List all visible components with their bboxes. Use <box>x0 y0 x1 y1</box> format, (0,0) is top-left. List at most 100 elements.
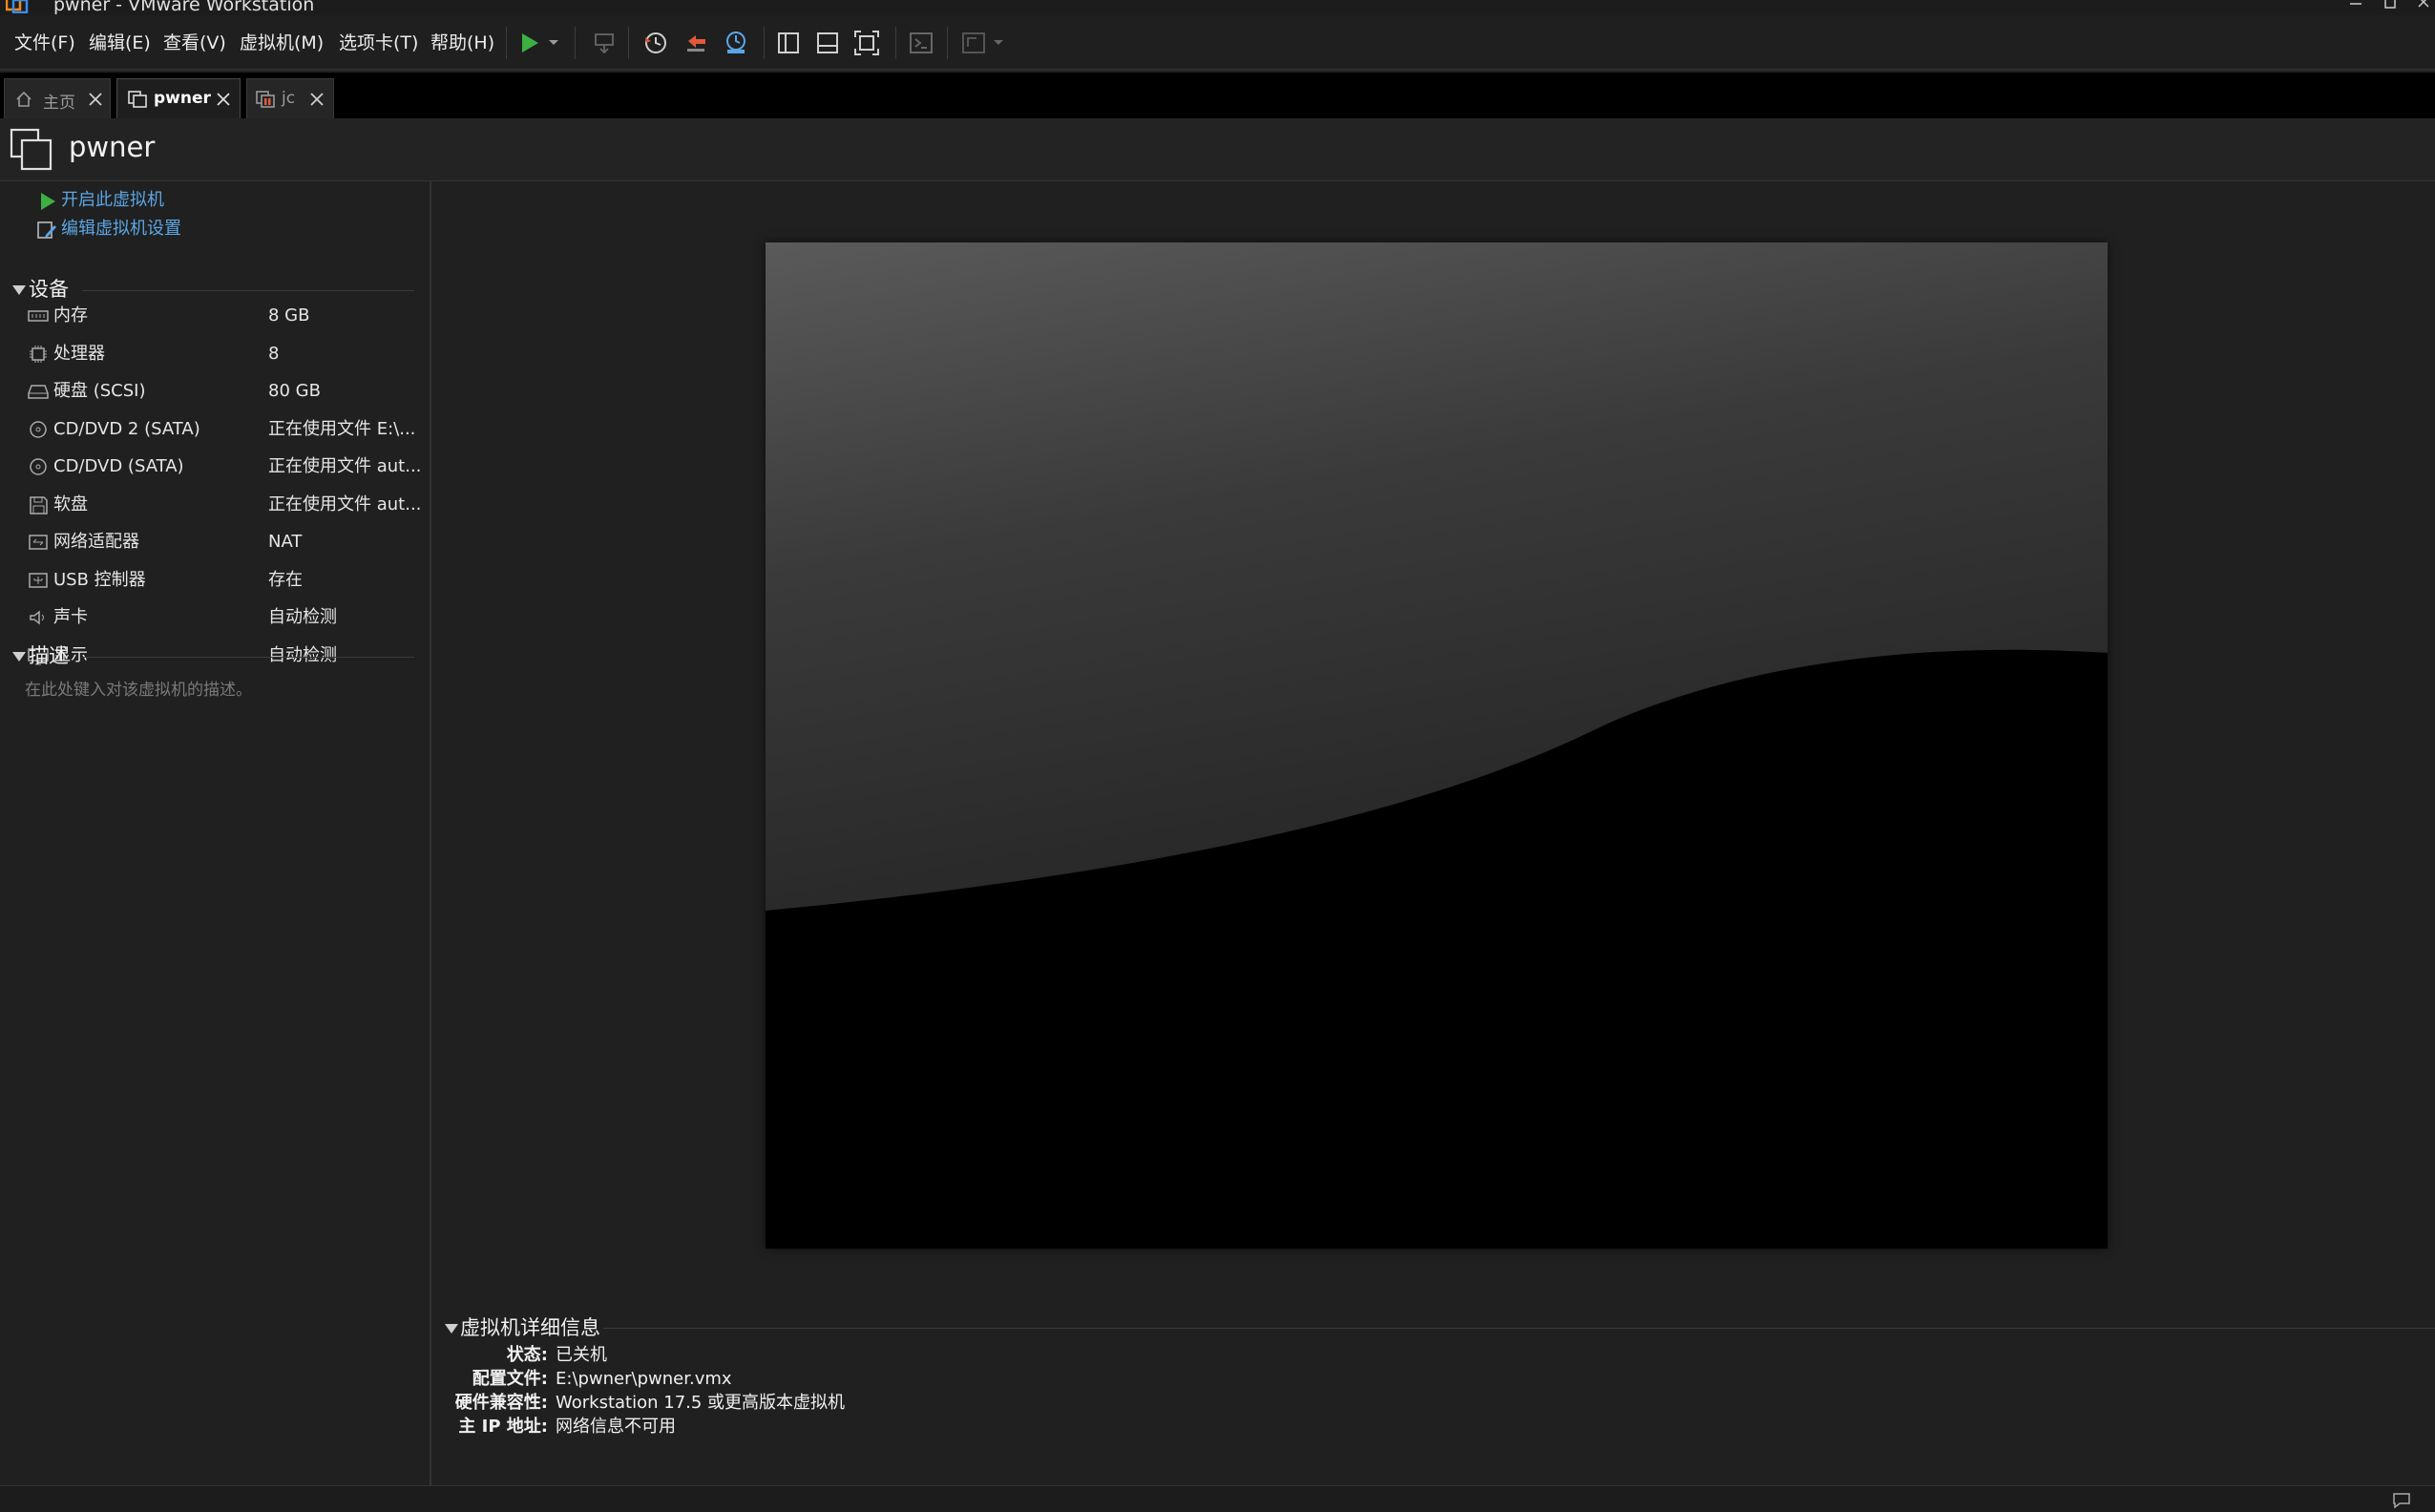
menu-edit[interactable]: 编辑(E) <box>86 29 154 57</box>
stretch-menu-dropdown[interactable] <box>989 27 1008 59</box>
tab-jc[interactable]: jc <box>246 78 334 118</box>
floppy-icon <box>30 495 48 514</box>
power-menu-dropdown[interactable] <box>542 27 565 59</box>
message-log-icon[interactable] <box>2392 1492 2411 1509</box>
device-row[interactable]: USB 控制器 存在 <box>25 566 426 595</box>
edit-settings-link[interactable]: 编辑虚拟机设置 <box>61 218 181 241</box>
full-screen-button[interactable] <box>850 27 883 59</box>
tab-strip: 主页 pwner jc <box>0 73 2435 118</box>
device-row[interactable]: 网络适配器 NAT <box>25 528 426 556</box>
menu-toolbar: 文件(F) 编辑(E) 查看(V) 虚拟机(M) 选项卡(T) 帮助(H) <box>0 15 2435 71</box>
menu-vm[interactable]: 虚拟机(M) <box>237 29 326 57</box>
power-on-button[interactable] <box>514 27 546 59</box>
vm-large-icon <box>10 128 52 171</box>
show-thumbnail-bar-button[interactable] <box>811 27 844 59</box>
show-library-button[interactable] <box>772 27 805 59</box>
menu-view[interactable]: 查看(V) <box>160 29 229 57</box>
collapse-devices-icon[interactable] <box>11 284 27 296</box>
device-row[interactable]: 软盘 正在使用文件 aut... <box>25 491 426 519</box>
menu-tabs[interactable]: 选项卡(T) <box>336 29 421 57</box>
toolbar-separator <box>764 27 765 59</box>
device-row[interactable]: 显示 自动检测 <box>25 641 426 670</box>
revert-snapshot-button[interactable] <box>680 27 712 59</box>
vm-summary-panel: 开启此虚拟机 编辑虚拟机设置 设备 内存 8 GB 处理器 8 硬盘 (SCSI) 80 … <box>0 181 431 1485</box>
device-row[interactable]: 处理器 8 <box>25 340 426 368</box>
status-bar <box>0 1485 2435 1512</box>
vm-icon <box>128 91 147 108</box>
toolbar-separator <box>895 27 896 59</box>
vm-running-icon <box>256 91 275 108</box>
toolbar-separator <box>506 27 507 59</box>
vm-screen-preview[interactable] <box>766 242 2108 1249</box>
cd-dvd-icon <box>30 420 47 438</box>
stretch-guest-button[interactable] <box>958 27 991 59</box>
revert-snapshot-icon <box>687 35 705 52</box>
cd-dvd-icon <box>30 458 47 475</box>
section-divider <box>603 1328 2435 1329</box>
toolbar-separator <box>628 27 629 59</box>
tab-home[interactable]: 主页 <box>4 78 111 118</box>
detail-label: 配置文件: <box>472 1369 548 1389</box>
device-value: 正在使用文件 aut... <box>268 494 422 514</box>
keyboard-send-icon <box>595 33 614 54</box>
detail-value: Workstation 17.5 或更高版本虚拟机 <box>556 1393 846 1413</box>
usb-icon <box>29 572 48 588</box>
hard-disk-icon <box>28 385 49 399</box>
close-tab-icon[interactable] <box>308 91 325 108</box>
title-bar: pwner - VMware Workstation <box>0 0 2435 15</box>
minimize-icon[interactable] <box>2344 0 2367 13</box>
snapshot-manager-icon <box>726 32 745 53</box>
chevron-down-icon <box>994 40 1003 45</box>
full-screen-icon <box>854 31 879 55</box>
snapshot-manager-button[interactable] <box>720 27 752 59</box>
detail-label: 主 IP 地址: <box>458 1417 548 1437</box>
close-tab-icon[interactable] <box>215 91 232 108</box>
device-name: USB 控制器 <box>53 569 146 590</box>
terminal-icon <box>910 32 933 53</box>
take-snapshot-button[interactable] <box>640 27 672 59</box>
close-window-icon[interactable] <box>2412 0 2435 13</box>
device-row[interactable]: CD/DVD 2 (SATA) 正在使用文件 E:\... <box>25 415 426 444</box>
send-ctrl-alt-del-button[interactable] <box>588 27 620 59</box>
device-name: 硬盘 (SCSI) <box>53 381 146 401</box>
device-name: 声卡 <box>53 607 88 627</box>
toolbar-separator <box>575 27 576 59</box>
restore-icon[interactable] <box>2379 0 2402 13</box>
device-name: 内存 <box>53 305 88 326</box>
device-row[interactable]: 内存 8 GB <box>25 302 426 330</box>
detail-value: 已关机 <box>556 1345 607 1365</box>
menu-help[interactable]: 帮助(H) <box>428 29 497 57</box>
library-panel-icon <box>778 32 799 53</box>
device-value: 自动检测 <box>268 644 337 665</box>
section-divider <box>82 657 414 658</box>
network-adapter-icon <box>29 535 48 550</box>
tab-label: pwner <box>154 89 211 108</box>
collapse-details-icon[interactable] <box>444 1323 459 1334</box>
tab-label: jc <box>282 89 296 108</box>
device-row[interactable]: CD/DVD (SATA) 正在使用文件 aut... <box>25 452 426 481</box>
device-row[interactable]: 声卡 自动检测 <box>25 603 426 632</box>
device-value: NAT <box>268 532 303 552</box>
description-input[interactable]: 在此处键入对该虚拟机的描述。 <box>25 676 252 700</box>
device-name: CD/DVD (SATA) <box>53 456 184 476</box>
device-value: 自动检测 <box>268 607 337 627</box>
detail-label: 硬件兼容性: <box>454 1393 548 1413</box>
detail-value: 网络信息不可用 <box>556 1417 676 1437</box>
device-value: 存在 <box>268 569 303 590</box>
play-icon <box>522 33 538 52</box>
detail-label: 状态: <box>506 1345 548 1365</box>
power-on-link[interactable]: 开启此虚拟机 <box>61 189 164 212</box>
toolbar-separator <box>947 27 948 59</box>
tab-pwner[interactable]: pwner <box>116 78 241 118</box>
device-name: 网络适配器 <box>53 532 139 552</box>
device-row[interactable]: 硬盘 (SCSI) 80 GB <box>25 377 426 406</box>
close-tab-icon[interactable] <box>87 91 104 108</box>
thumbnail-bar-icon <box>817 32 838 53</box>
device-value: 8 GB <box>268 305 310 326</box>
console-view-button[interactable] <box>905 27 937 59</box>
window-title: pwner - VMware Workstation <box>53 0 315 15</box>
menu-file[interactable]: 文件(F) <box>11 29 78 57</box>
vm-title: pwner <box>69 131 156 163</box>
collapse-description-icon[interactable] <box>11 651 27 662</box>
device-name: 处理器 <box>53 343 105 364</box>
